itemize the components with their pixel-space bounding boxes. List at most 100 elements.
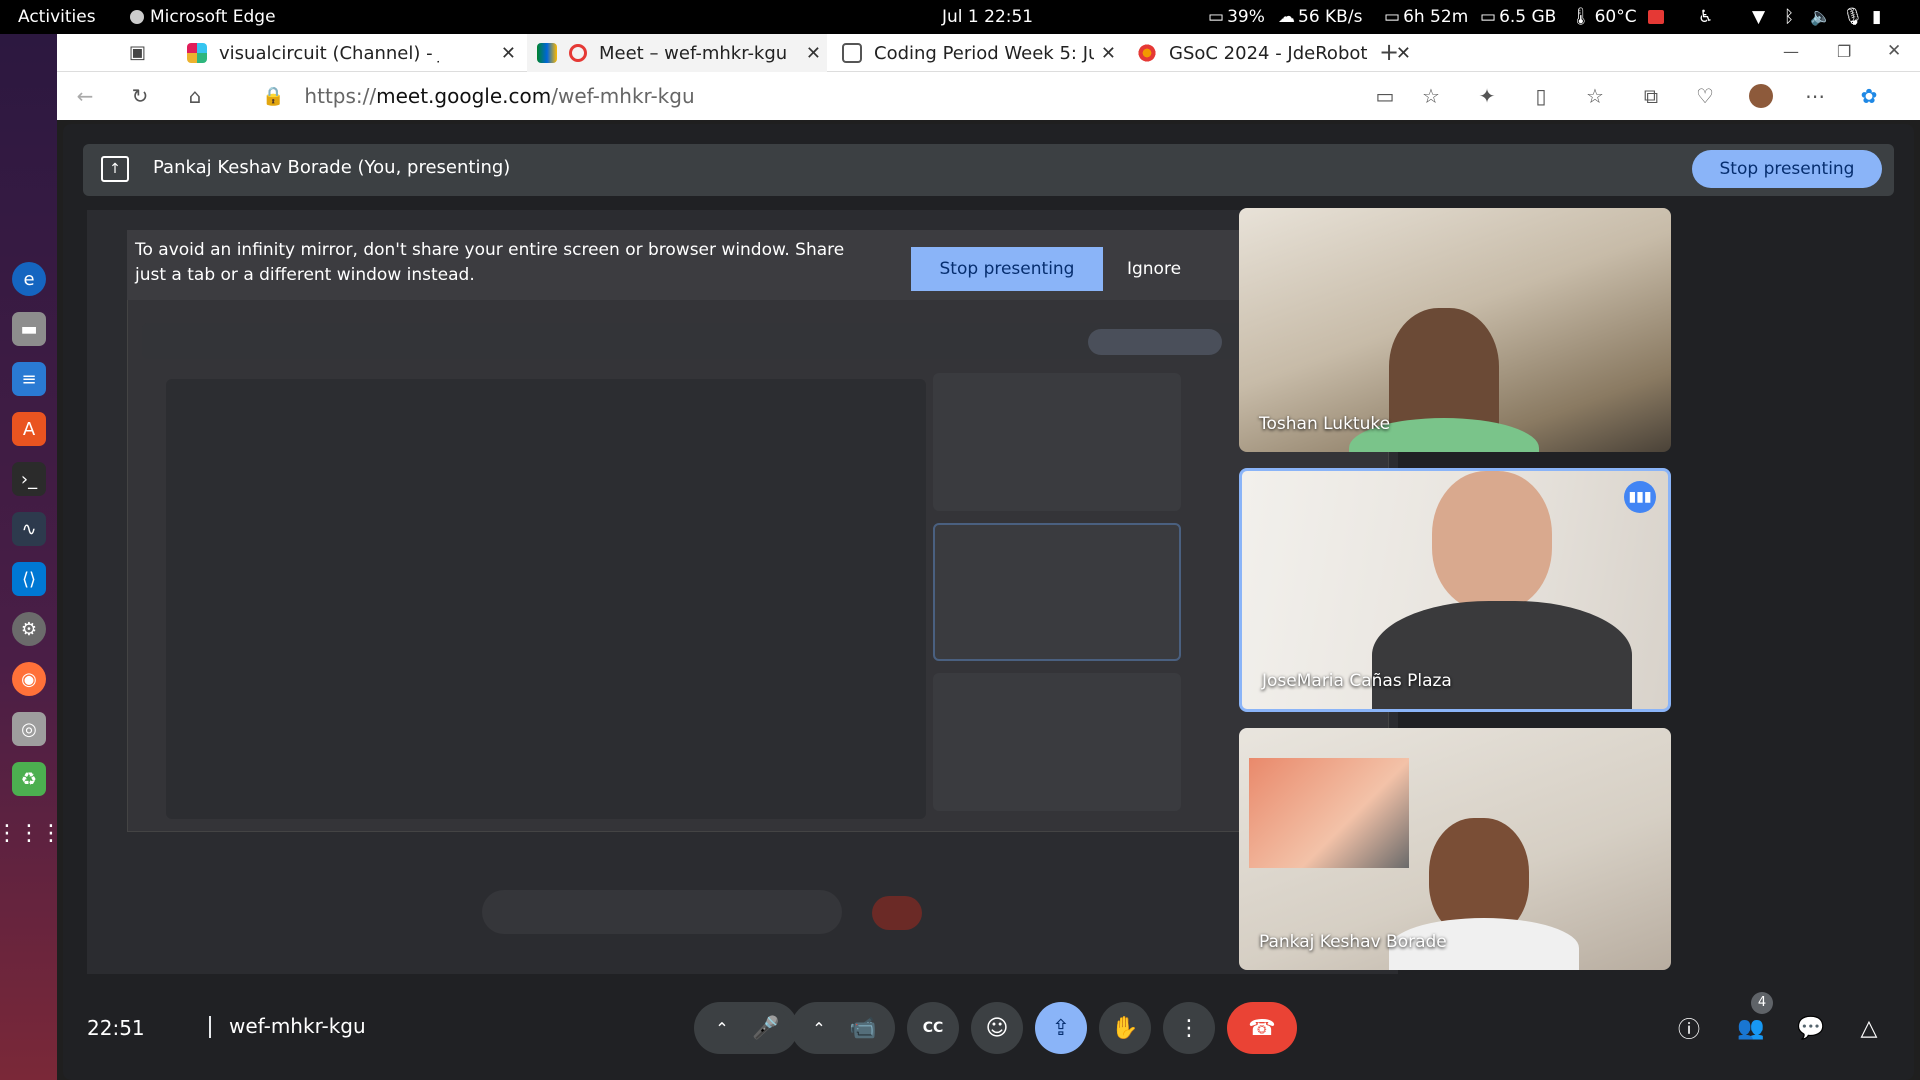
people-button[interactable]: 👥 4 (1729, 992, 1773, 1050)
restore-icon[interactable]: ❐ (1837, 42, 1851, 61)
close-icon[interactable]: ✕ (501, 43, 516, 64)
new-tab-icon[interactable]: + (1379, 38, 1399, 66)
people-count-badge: 4 (1751, 992, 1773, 1014)
tab-gsoc[interactable]: GSoC 2024 - JdeRobot ✕ (1127, 34, 1417, 72)
settings-icon[interactable]: ⚙ (12, 612, 46, 646)
close-icon[interactable]: ✕ (806, 43, 821, 64)
files-icon[interactable]: ▬ (12, 312, 46, 346)
mirrored-controls (482, 890, 842, 934)
activities-button[interactable]: △ (1847, 1006, 1891, 1050)
mirrored-stage (166, 379, 926, 819)
mirrored-end-call (872, 896, 922, 930)
participant-video (1432, 471, 1552, 611)
firefox-icon[interactable]: ◉ (12, 662, 46, 696)
present-button[interactable]: ⇪ (1035, 1002, 1087, 1054)
address-field[interactable]: 🔒 https://meet.google.com/wef-mhkr-kgu (242, 76, 1442, 116)
tab-label: Coding Period Week 5: Ju (874, 42, 1094, 64)
chevron-up-icon[interactable]: ⌃ (799, 1019, 839, 1038)
extensions-icon[interactable]: ✦ (1471, 80, 1503, 112)
cloud-icon: ☁ (1278, 7, 1295, 27)
warning-ignore-button[interactable]: Ignore (1099, 247, 1209, 291)
tab-slack[interactable]: visualcircuit (Channel) - Jc ✕ (177, 34, 522, 72)
temperature-value: 60°C (1594, 7, 1637, 27)
hand-icon: ✋ (1111, 1015, 1139, 1041)
show-apps-icon[interactable]: ⋮⋮⋮ (0, 816, 62, 850)
battery-icon: ▭ (1208, 7, 1225, 27)
divider (209, 1016, 211, 1038)
raise-hand-button[interactable]: ✋ (1099, 1002, 1151, 1054)
tab-meet[interactable]: Meet – wef-mhkr-kgu ✕ (527, 34, 827, 72)
vscode-icon[interactable]: ⟨⟩ (12, 562, 46, 596)
participant-tile[interactable]: Toshan Luktuke (1239, 208, 1671, 452)
window-close-icon[interactable]: ✕ (1887, 41, 1901, 61)
terminal-icon[interactable]: ›_ (12, 462, 46, 496)
bluetooth-icon[interactable]: ᛒ (1784, 0, 1794, 34)
back-icon[interactable]: ← (69, 80, 101, 112)
favorite-star-icon[interactable]: ☆ (1415, 80, 1447, 112)
minimize-icon[interactable]: — (1783, 42, 1799, 61)
app-center-icon[interactable]: A (12, 412, 46, 446)
battery-indicator: ▭ 39% (1208, 0, 1265, 34)
meet-app: ↑ Pankaj Keshav Borade (You, presenting)… (63, 124, 1914, 1080)
volume-icon[interactable]: 🔈 (1810, 0, 1831, 34)
present-screen-icon: ⇪ (1051, 1015, 1071, 1041)
edge-dock-icon[interactable]: e (12, 262, 46, 296)
profile-avatar[interactable] (1745, 80, 1777, 112)
tab-coding-period[interactable]: Coding Period Week 5: Ju ✕ (832, 34, 1122, 72)
mirrored-screen (127, 232, 1389, 832)
system-monitor-icon[interactable]: ∿ (12, 512, 46, 546)
emoji-button[interactable]: ☺ (971, 1002, 1023, 1054)
meeting-info-button[interactable]: ⓘ (1667, 1006, 1711, 1050)
participant-name: JoseMaria Cañas Plaza (1262, 671, 1452, 691)
warning-stop-presenting-button[interactable]: Stop presenting (911, 247, 1103, 291)
record-indicator-icon[interactable] (1648, 0, 1664, 34)
mic-status-icon[interactable]: 🎙 (1842, 0, 1864, 34)
microphone-icon[interactable]: 🎤 (742, 1004, 790, 1052)
infinity-mirror-warning: To avoid an infinity mirror, don't share… (127, 230, 1393, 300)
warning-text: To avoid an infinity mirror, don't share… (135, 240, 845, 285)
tab-label: GSoC 2024 - JdeRobot (1169, 42, 1368, 64)
end-call-icon: ☎ (1248, 1015, 1276, 1041)
leave-call-button[interactable]: ☎ (1227, 1002, 1297, 1054)
copilot-icon[interactable]: ✿ (1853, 80, 1885, 112)
clock[interactable]: Jul 1 22:51 (942, 0, 1033, 34)
split-screen-icon[interactable]: ▯ (1525, 80, 1557, 112)
trash-icon[interactable]: ♻ (12, 762, 46, 796)
chevron-up-icon[interactable]: ⌃ (702, 1019, 742, 1038)
refresh-icon[interactable]: ↻ (124, 80, 156, 112)
disk-icon[interactable]: ◎ (12, 712, 46, 746)
participant-tile-active-speaker[interactable]: ▮▮▮ JoseMaria Cañas Plaza (1239, 468, 1671, 712)
captions-button[interactable]: CC (907, 1002, 959, 1054)
wifi-icon[interactable]: ▼ (1752, 0, 1765, 34)
favorites-icon[interactable]: ☆ (1579, 80, 1611, 112)
camera-in-use-icon[interactable]: ▭ (1369, 80, 1401, 112)
stop-presenting-button[interactable]: Stop presenting (1692, 150, 1882, 188)
url-path: /wef-mhkr-kgu (551, 84, 695, 108)
browser-essentials-icon[interactable]: ♡ (1689, 80, 1721, 112)
app-menu[interactable]: Microsoft Edge (130, 0, 276, 34)
network-indicator: ☁ 56 KB/s (1278, 0, 1362, 34)
camera-icon[interactable]: 📹 (839, 1004, 887, 1052)
collections-icon[interactable]: ⧉ (1635, 80, 1667, 112)
participant-shirt (1372, 601, 1632, 709)
close-icon[interactable]: ✕ (1101, 43, 1116, 64)
memory-indicator: ▭ 6.5 GB (1480, 0, 1556, 34)
shared-screen: To avoid an infinity mirror, don't share… (87, 210, 1398, 974)
system-top-bar: Activities Microsoft Edge Jul 1 22:51 ▭ 3… (0, 0, 1920, 34)
participant-tile[interactable]: Pankaj Keshav Borade (1239, 728, 1671, 970)
desktop: Activities Microsoft Edge Jul 1 22:51 ▭ 3… (0, 0, 1920, 1080)
speaking-indicator-icon: ▮▮▮ (1624, 481, 1656, 513)
accessibility-icon[interactable]: ♿ (1698, 0, 1713, 34)
activities-button[interactable]: Activities (18, 0, 96, 34)
text-editor-icon[interactable]: ≡ (12, 362, 46, 396)
power-icon[interactable]: ▮ (1872, 0, 1881, 34)
meeting-time: 22:51 (87, 1016, 145, 1040)
more-menu-icon[interactable]: ⋯ (1799, 80, 1831, 112)
chat-button[interactable]: 💬 (1789, 1006, 1833, 1050)
emoji-icon: ☺ (985, 1015, 1009, 1041)
home-icon[interactable]: ⌂ (179, 80, 211, 112)
browser-window: ▣ visualcircuit (Channel) - Jc ✕ Meet – … (57, 34, 1920, 1080)
tab-actions-icon[interactable]: ▣ (129, 42, 146, 63)
audio-control-group: ⌃ 🎤 (694, 1002, 798, 1054)
more-options-button[interactable]: ⋮ (1163, 1002, 1215, 1054)
